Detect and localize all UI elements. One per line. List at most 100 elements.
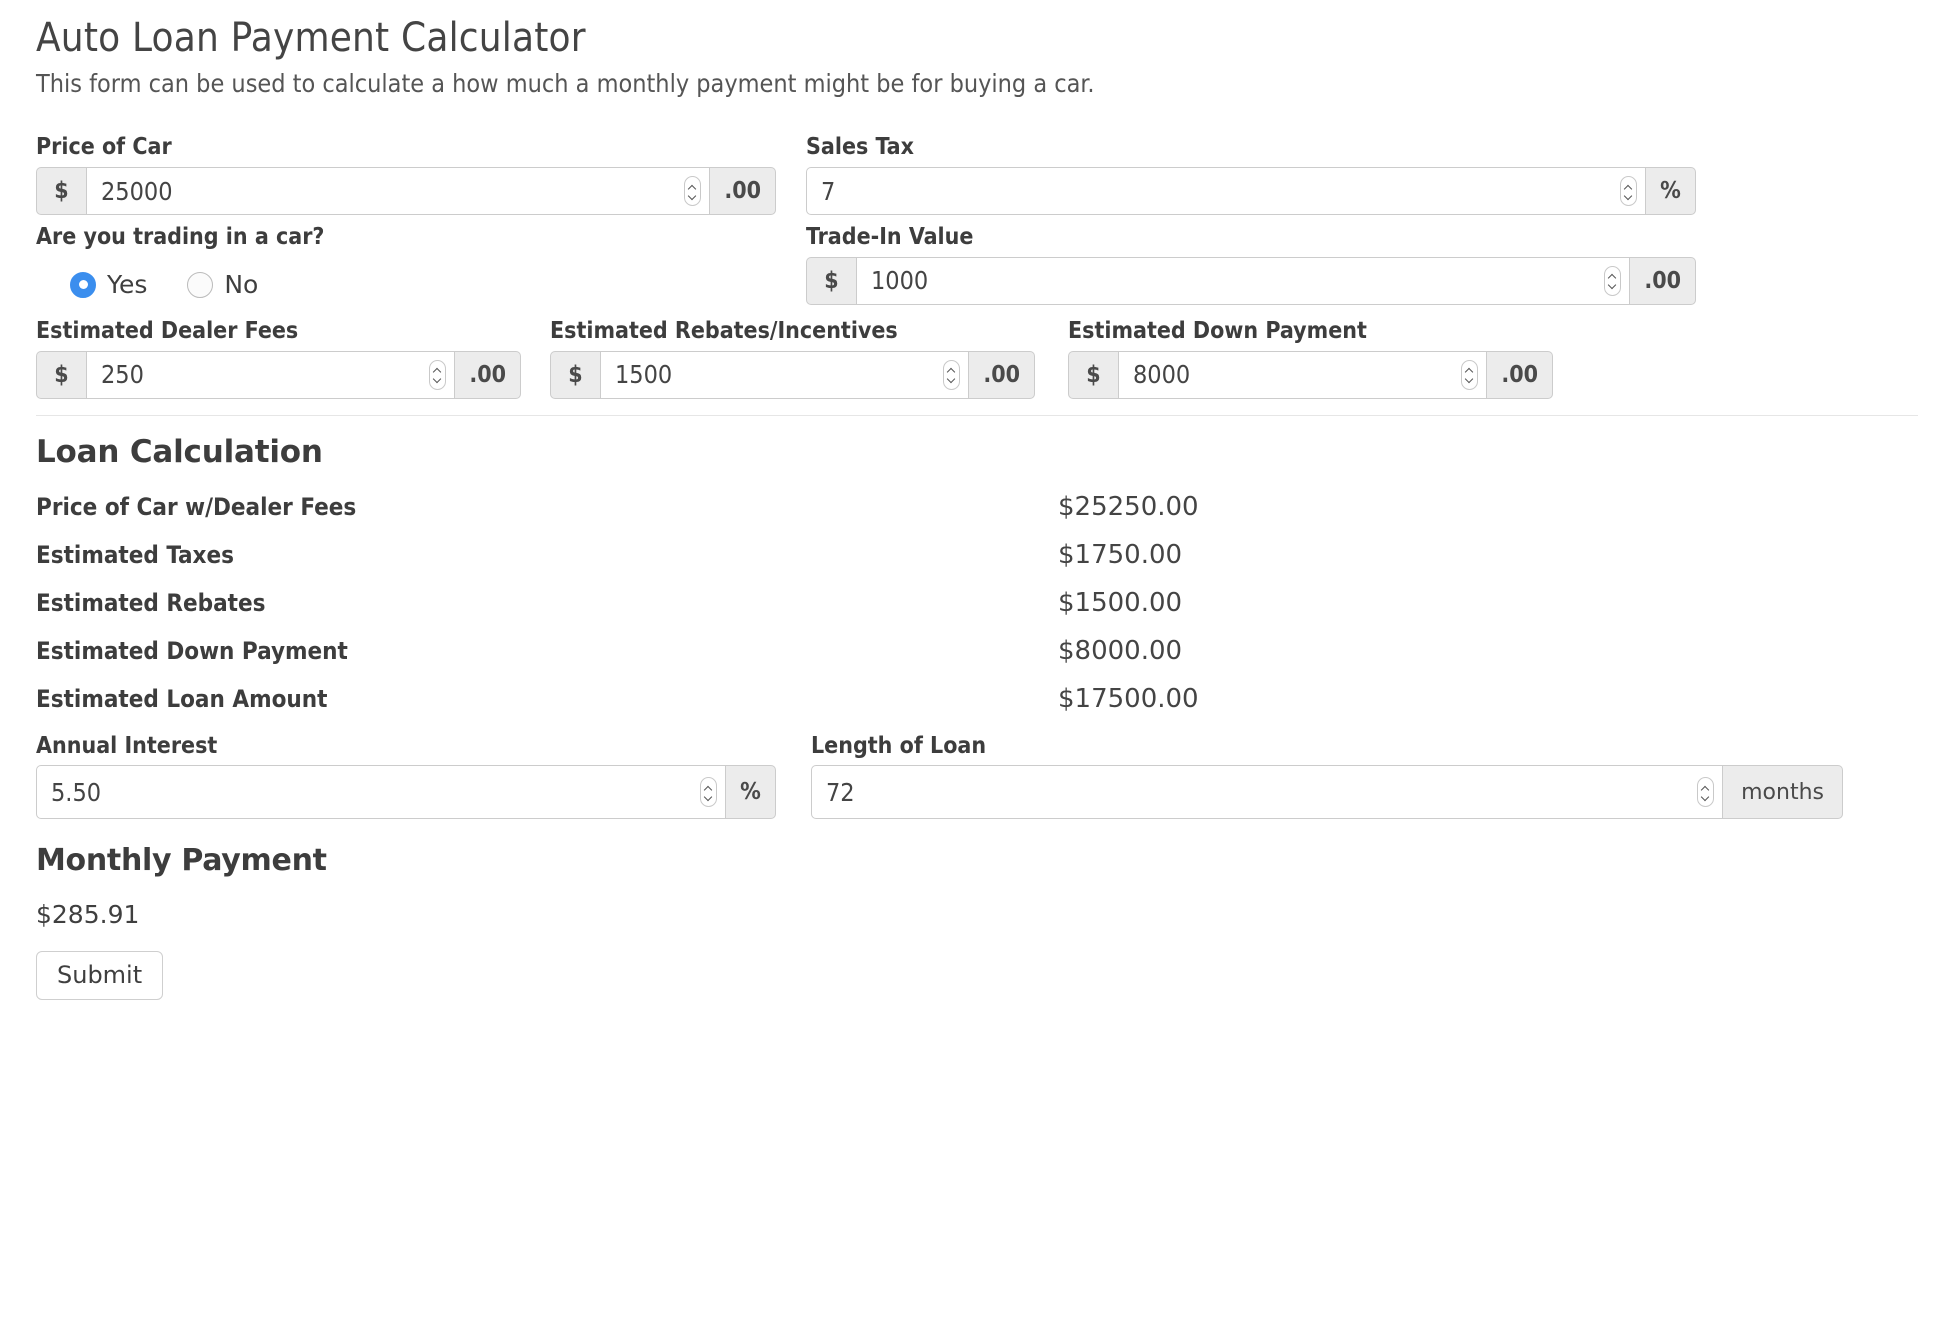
percent-suffix-addon: % [726,765,776,820]
price-of-car-input-group: $ .00 [36,167,776,215]
length-of-loan-stepper[interactable] [1697,777,1715,808]
form-row-2: Are you trading in a car? Yes No Trade-I… [36,223,1918,307]
radio-yes-label: Yes [107,270,148,300]
cents-suffix-addon: .00 [455,350,521,399]
trade-in-value-input[interactable] [857,266,1630,296]
chevron-up-icon[interactable] [434,368,442,373]
dealer-fees-stepper[interactable] [429,359,447,390]
trade-in-question-label: Are you trading in a car? [36,224,325,250]
annual-interest-input[interactable] [37,777,725,807]
section-divider [36,414,1918,416]
annual-interest-input-wrap [36,765,726,820]
loan-calculation-title: Loan Calculation [36,433,323,470]
annual-interest-stepper[interactable] [700,777,717,808]
chevron-down-icon[interactable] [705,794,713,799]
dollar-prefix-addon: $ [806,256,856,305]
calc-label: Estimated Rebates [36,588,266,617]
rebates-input[interactable] [601,360,969,389]
price-of-car-stepper[interactable] [684,176,702,206]
chevron-down-icon[interactable] [434,376,442,381]
trade-in-radio-group: Yes No [36,263,776,307]
radio-yes-icon[interactable] [70,271,96,298]
chevron-down-icon[interactable] [948,376,956,381]
price-of-car-input[interactable] [87,176,710,206]
chevron-down-icon[interactable] [1609,282,1617,287]
calc-value: $17500.00 [1058,683,1199,714]
chevron-up-icon[interactable] [1702,786,1710,791]
radio-no-icon[interactable] [187,271,214,298]
sales-tax-input-group: % [806,167,1696,215]
radio-option-no[interactable]: No [187,270,258,299]
calc-value: $8000.00 [1058,635,1183,666]
form-row-1: Price of Car $ .00 Sales Tax [36,133,1918,215]
chevron-up-icon[interactable] [705,786,713,791]
sales-tax-label: Sales Tax [806,134,914,161]
trade-in-value-input-wrap [856,256,1631,305]
dealer-fees-label: Estimated Dealer Fees [36,317,299,344]
chevron-up-icon[interactable] [689,185,697,190]
calc-label: Price of Car w/Dealer Fees [36,492,357,521]
field-trade-in-value: Trade-In Value $ .00 [806,223,1696,305]
cents-suffix-addon: .00 [710,167,776,215]
page-description: This form can be used to calculate a how… [36,69,1095,98]
monthly-payment-value: $285.91 [36,900,140,930]
dollar-prefix-addon: $ [36,167,86,215]
down-payment-input-wrap [1118,350,1488,399]
chevron-up-icon[interactable] [1609,274,1617,279]
down-payment-input[interactable] [1119,360,1487,389]
calc-value: $25250.00 [1058,491,1199,522]
field-annual-interest: Annual Interest % [36,732,776,820]
form-row-4: Annual Interest % Length of Loan [36,732,1918,820]
calc-row: Estimated Loan Amount $17500.00 [36,684,1918,714]
chevron-up-icon[interactable] [1466,368,1474,373]
calc-value: $1500.00 [1058,587,1183,618]
annual-interest-label: Annual Interest [36,732,218,759]
rebates-stepper[interactable] [943,359,961,390]
page-title: Auto Loan Payment Calculator [36,15,586,61]
dealer-fees-input[interactable] [87,360,455,389]
chevron-down-icon[interactable] [1625,193,1633,198]
length-of-loan-input[interactable] [812,777,1723,807]
chevron-down-icon[interactable] [689,193,697,198]
price-of-car-input-wrap [86,167,711,215]
form-row-3: Estimated Dealer Fees $ .00 Estimated Re… [36,317,1918,399]
length-of-loan-input-wrap [811,765,1724,820]
field-trade-in-question: Are you trading in a car? Yes No [36,223,776,307]
chevron-down-icon[interactable] [1702,794,1710,799]
trade-in-value-input-group: $ .00 [806,256,1696,305]
field-price-of-car: Price of Car $ .00 [36,133,776,215]
percent-suffix-addon: % [1646,167,1696,215]
radio-option-yes[interactable]: Yes [70,270,147,299]
calculator-page: Auto Loan Payment Calculator This form c… [0,0,1954,1000]
cents-suffix-addon: .00 [1630,256,1696,305]
chevron-down-icon[interactable] [1466,376,1474,381]
field-down-payment: Estimated Down Payment $ .00 [1068,317,1553,399]
calc-label: Estimated Loan Amount [36,684,328,713]
trade-in-value-label: Trade-In Value [806,224,974,250]
sales-tax-input[interactable] [807,176,1645,206]
calc-row: Estimated Rebates $1500.00 [36,588,1918,618]
submit-button[interactable]: Submit [36,951,164,1000]
down-payment-stepper[interactable] [1461,359,1479,390]
months-suffix-addon: months [1723,765,1843,820]
sales-tax-stepper[interactable] [1620,176,1637,206]
field-length-of-loan: Length of Loan months [811,732,1843,820]
loan-calculation-list: Price of Car w/Dealer Fees $25250.00 Est… [36,492,1918,714]
rebates-input-group: $ .00 [550,350,1035,399]
dollar-prefix-addon: $ [1068,350,1118,399]
field-sales-tax: Sales Tax % [806,133,1696,215]
monthly-payment-title: Monthly Payment [36,843,327,879]
dollar-prefix-addon: $ [36,350,86,399]
down-payment-input-group: $ .00 [1068,350,1553,399]
calc-row: Price of Car w/Dealer Fees $25250.00 [36,492,1918,522]
calc-label: Estimated Taxes [36,540,234,569]
dealer-fees-input-group: $ .00 [36,350,521,399]
sales-tax-input-wrap [806,167,1646,215]
chevron-up-icon[interactable] [948,368,956,373]
dealer-fees-input-wrap [86,350,456,399]
length-of-loan-label: Length of Loan [811,732,987,759]
cents-suffix-addon: .00 [1487,350,1553,399]
trade-in-value-stepper[interactable] [1604,265,1622,296]
chevron-up-icon[interactable] [1625,185,1633,190]
price-of-car-label: Price of Car [36,134,172,161]
